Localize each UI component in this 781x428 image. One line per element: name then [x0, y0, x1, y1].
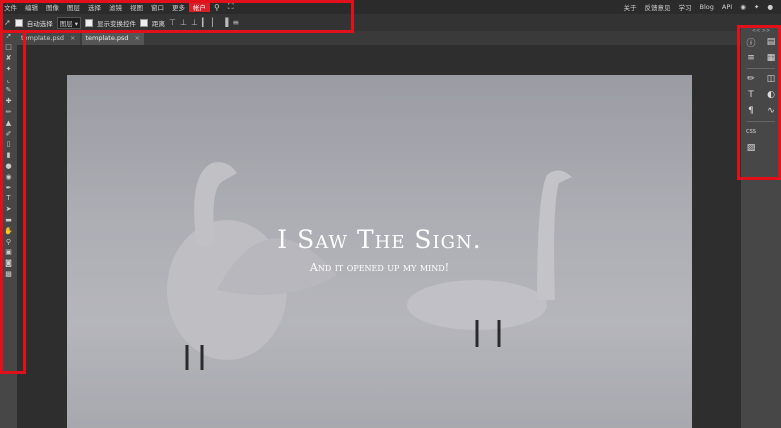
eyedropper-tool-icon[interactable]: ✎: [0, 85, 17, 96]
auto-select-label: 自动选择: [26, 19, 53, 28]
transform-controls-checkbox[interactable]: [85, 18, 94, 27]
menu-layer[interactable]: 图层: [63, 2, 84, 12]
search-icon[interactable]: ⚲: [210, 3, 224, 12]
menu-window[interactable]: 窗口: [147, 2, 168, 12]
zoom-tool-icon[interactable]: ⚲: [0, 236, 17, 247]
distance-label: 距离: [152, 19, 166, 28]
document-tabs: template.psd × template.psd ×: [17, 31, 741, 45]
align-left-icon[interactable]: ▎: [202, 18, 208, 27]
menu-filter[interactable]: 滤镜: [105, 2, 126, 12]
channels-icon[interactable]: ◫: [761, 71, 781, 87]
move-tool-icon: ➚: [4, 18, 11, 27]
paragraph-list-icon[interactable]: ≡: [741, 50, 761, 66]
facebook-icon[interactable]: ●: [763, 3, 777, 11]
layer-select-value: 图层: [59, 19, 73, 28]
link-about[interactable]: 关于: [620, 2, 641, 12]
menu-more[interactable]: 更多: [168, 2, 189, 12]
align-middle-icon[interactable]: ⊥: [180, 18, 187, 27]
layers-icon[interactable]: ▦: [761, 50, 781, 66]
transform-controls-label: 显示变换控件: [97, 19, 137, 28]
menu-select[interactable]: 选择: [84, 2, 105, 12]
layer-select-dropdown[interactable]: 图层 ▾: [56, 16, 82, 29]
distance-checkbox[interactable]: [140, 18, 149, 27]
path-select-tool-icon[interactable]: ➤: [0, 204, 17, 215]
divider: [747, 121, 775, 122]
pen-tool-icon[interactable]: ✒: [0, 182, 17, 193]
tools-panel: ➚ □ ✘ ✦ ⌞ ✎ ✚ ✏ ▲ ✐ ▯ ▮ ● ◉ ✒ T ➤ ▬ ✋ ⚲ …: [0, 31, 17, 428]
align-top-icon[interactable]: ⊤: [169, 18, 176, 27]
menu-bar: 文件 编辑 图像 图层 选择 滤镜 视图 窗口 更多 帐户 ⚲ ⛶ 关于 反馈意…: [0, 0, 781, 14]
link-learn[interactable]: 学习: [675, 2, 696, 12]
reddit-icon[interactable]: ◉: [736, 3, 750, 11]
move-tool-icon[interactable]: ➚: [0, 31, 17, 42]
info-icon[interactable]: ⓘ: [741, 34, 761, 50]
paragraph-icon[interactable]: ¶: [741, 103, 761, 119]
tab-label: template.psd: [21, 34, 65, 42]
healing-tool-icon[interactable]: ✚: [0, 96, 17, 107]
distribute-icon[interactable]: ≡: [232, 18, 239, 27]
auto-select-checkbox[interactable]: [14, 18, 23, 27]
twitter-icon[interactable]: ✦: [750, 3, 763, 11]
curves-icon[interactable]: ∿: [761, 103, 781, 119]
dodge-tool-icon[interactable]: ◉: [0, 171, 17, 182]
canvas-headline: I Saw The Sign.: [277, 225, 482, 254]
blur-tool-icon[interactable]: ●: [0, 161, 17, 172]
canvas-subline: And it opened up my mind!: [309, 261, 450, 274]
divider: [747, 68, 775, 69]
fullscreen-icon[interactable]: ⛶: [224, 2, 238, 12]
screen-mode-icon[interactable]: ▩: [0, 269, 17, 280]
history-brush-tool-icon[interactable]: ✐: [0, 128, 17, 139]
align-bottom-icon[interactable]: ⊥: [191, 18, 198, 27]
css-button[interactable]: CSS: [741, 124, 761, 140]
color-swatches-icon[interactable]: ▣: [0, 247, 17, 258]
menu-image[interactable]: 图像: [42, 2, 63, 12]
close-icon[interactable]: ×: [135, 34, 140, 42]
tab-template-2[interactable]: template.psd ×: [81, 31, 144, 45]
options-bar: ➚ 自动选择 图层 ▾ 显示变换控件 距离 ⊤ ⊥ ⊥ ▎ ▏ ▐ ≡: [0, 14, 781, 31]
menu-right: 关于 反馈意见 学习 Blog API ◉ ✦ ●: [620, 0, 777, 14]
tab-label: template.psd: [85, 34, 129, 42]
brush-icon[interactable]: ✏: [741, 71, 761, 87]
lasso-tool-icon[interactable]: ✘: [0, 53, 17, 64]
magic-wand-tool-icon[interactable]: ✦: [0, 63, 17, 74]
properties-icon[interactable]: ▤: [761, 34, 781, 50]
link-feedback[interactable]: 反馈意见: [641, 2, 675, 12]
link-api[interactable]: API: [718, 3, 736, 11]
marquee-tool-icon[interactable]: □: [0, 42, 17, 53]
brush-tool-icon[interactable]: ✏: [0, 107, 17, 118]
menu-file[interactable]: 文件: [0, 2, 21, 12]
image-icon[interactable]: ▨: [741, 140, 761, 156]
menu-view[interactable]: 视图: [126, 2, 147, 12]
link-blog[interactable]: Blog: [696, 3, 718, 11]
shape-tool-icon[interactable]: ▬: [0, 215, 17, 226]
type-icon[interactable]: T: [741, 87, 761, 103]
stamp-tool-icon[interactable]: ▲: [0, 117, 17, 128]
menu-edit[interactable]: 编辑: [21, 2, 42, 12]
menu-account[interactable]: 帐户: [189, 2, 210, 12]
crop-tool-icon[interactable]: ⌞: [0, 74, 17, 85]
document-canvas[interactable]: I Saw The Sign. And it opened up my mind…: [67, 75, 692, 428]
tab-template-1[interactable]: template.psd ×: [17, 31, 80, 45]
align-center-icon[interactable]: ▏: [212, 18, 218, 27]
gradient-tool-icon[interactable]: ▮: [0, 150, 17, 161]
align-right-icon[interactable]: ▐: [222, 18, 228, 27]
quick-mask-icon[interactable]: ◙: [0, 258, 17, 269]
close-icon[interactable]: ×: [70, 34, 75, 42]
hand-tool-icon[interactable]: ✋: [0, 225, 17, 236]
eraser-tool-icon[interactable]: ▯: [0, 139, 17, 150]
type-tool-icon[interactable]: T: [0, 193, 17, 204]
right-panel: << >> ⓘ ▤ ≡ ▦ ✏ ◫ T ◐ ¶ ∿ CSS ▨: [741, 28, 781, 428]
adjustments-icon[interactable]: ◐: [761, 87, 781, 103]
